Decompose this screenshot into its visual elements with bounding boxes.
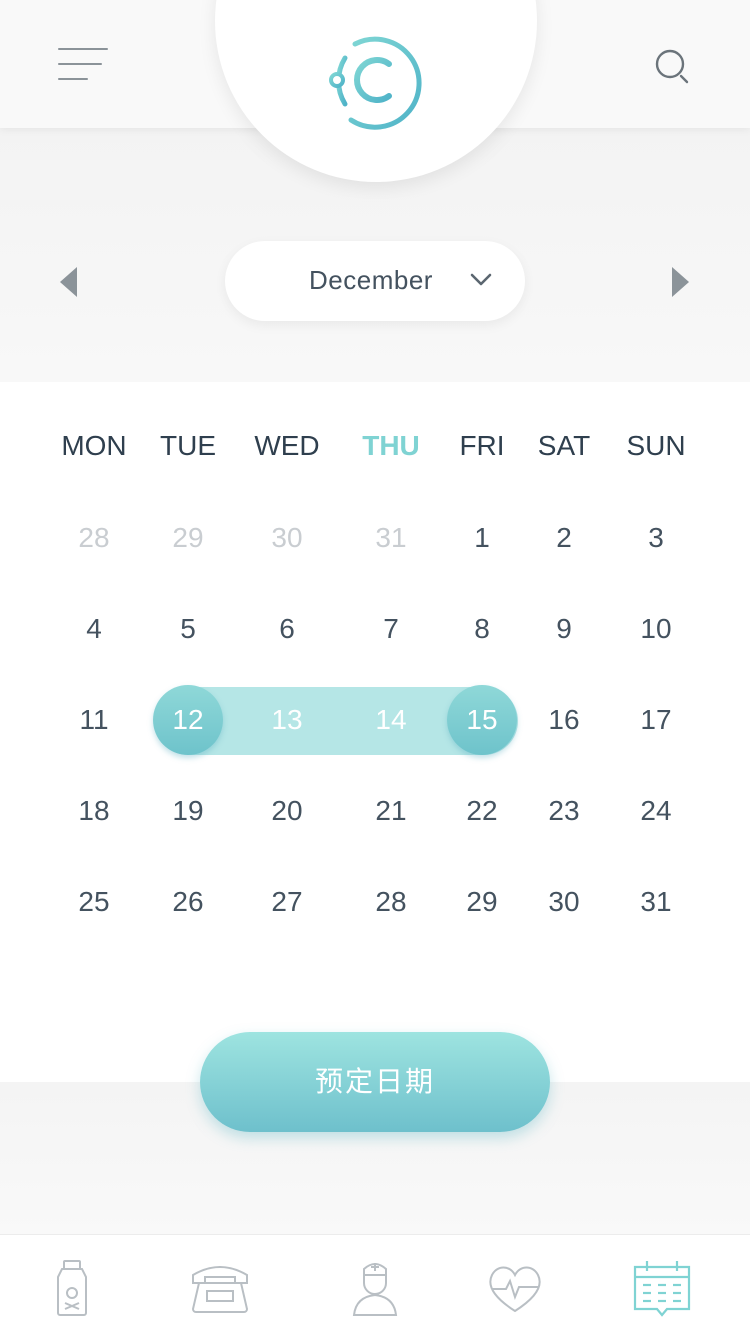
tab-phone[interactable]: [185, 1253, 255, 1323]
calendar-day[interactable]: 29: [447, 867, 517, 937]
calendar-day[interactable]: 6: [252, 594, 322, 664]
calendar-day[interactable]: 23: [529, 776, 599, 846]
book-date-button[interactable]: 预定日期: [200, 1032, 550, 1132]
weekday-sun: SUN: [626, 430, 686, 461]
calendar-day[interactable]: 21: [356, 776, 426, 846]
calendar-day[interactable]: 5: [153, 594, 223, 664]
doctor-icon: [352, 1263, 398, 1316]
triangle-right-icon[interactable]: [672, 267, 689, 297]
chevron-down-icon: [470, 273, 492, 286]
calendar-day[interactable]: 22: [447, 776, 517, 846]
calendar-day[interactable]: 12: [153, 685, 223, 755]
calendar-day[interactable]: 15: [447, 685, 517, 755]
calendar-day[interactable]: 10: [621, 594, 691, 664]
logo-icon: [329, 36, 422, 130]
calendar-day[interactable]: 28: [356, 867, 426, 937]
calendar-day[interactable]: 13: [252, 685, 322, 755]
calendar-day[interactable]: 7: [356, 594, 426, 664]
calendar-day[interactable]: 31: [356, 503, 426, 573]
tab-calendar[interactable]: [627, 1253, 697, 1323]
month-label: December: [309, 265, 433, 295]
medicine-bottle-icon: [57, 1260, 87, 1316]
calendar-day[interactable]: 4: [59, 594, 129, 664]
calendar-day[interactable]: 17: [621, 685, 691, 755]
tab-medicine[interactable]: [37, 1253, 107, 1323]
weekday-mon: MON: [61, 430, 127, 461]
calendar-day[interactable]: 25: [59, 867, 129, 937]
calendar-day[interactable]: 20: [252, 776, 322, 846]
calendar-day[interactable]: 28: [59, 503, 129, 573]
calendar-icon: [633, 1261, 691, 1317]
weekday-tue: TUE: [160, 430, 216, 461]
calendar-day[interactable]: 30: [529, 867, 599, 937]
calendar-day[interactable]: 30: [252, 503, 322, 573]
search-icon[interactable]: [652, 46, 692, 86]
weekday-sat: SAT: [537, 430, 591, 461]
telephone-icon: [191, 1266, 249, 1313]
calendar-day[interactable]: 18: [59, 776, 129, 846]
calendar-day[interactable]: 1: [447, 503, 517, 573]
calendar-day[interactable]: 24: [621, 776, 691, 846]
weekday-thu: THU: [362, 430, 420, 461]
calendar-day[interactable]: 31: [621, 867, 691, 937]
calendar-day[interactable]: 2: [529, 503, 599, 573]
menu-icon[interactable]: [58, 46, 110, 82]
weekday-wed: WED: [254, 430, 320, 461]
calendar-day[interactable]: 9: [529, 594, 599, 664]
tab-heart[interactable]: [480, 1253, 550, 1323]
calendar-day[interactable]: 19: [153, 776, 223, 846]
heart-rate-icon: [489, 1266, 541, 1313]
calendar-day[interactable]: 11: [59, 685, 129, 755]
calendar-day[interactable]: 8: [447, 594, 517, 664]
calendar-day[interactable]: 26: [153, 867, 223, 937]
calendar-day[interactable]: 16: [529, 685, 599, 755]
calendar-day[interactable]: 29: [153, 503, 223, 573]
month-dropdown[interactable]: December: [225, 241, 525, 321]
calendar-grid: MON TUE WED THU FRI SAT SUN 28 29 30 31 1 2 3 4 5 6 7 8 9 10…: [0, 382, 750, 1082]
tab-bar: [0, 1234, 750, 1334]
calendar-day[interactable]: 14: [356, 685, 426, 755]
tab-doctor[interactable]: [340, 1253, 410, 1323]
calendar-day[interactable]: 27: [252, 867, 322, 937]
triangle-left-icon[interactable]: [60, 267, 77, 297]
calendar-day[interactable]: 3: [621, 503, 691, 573]
